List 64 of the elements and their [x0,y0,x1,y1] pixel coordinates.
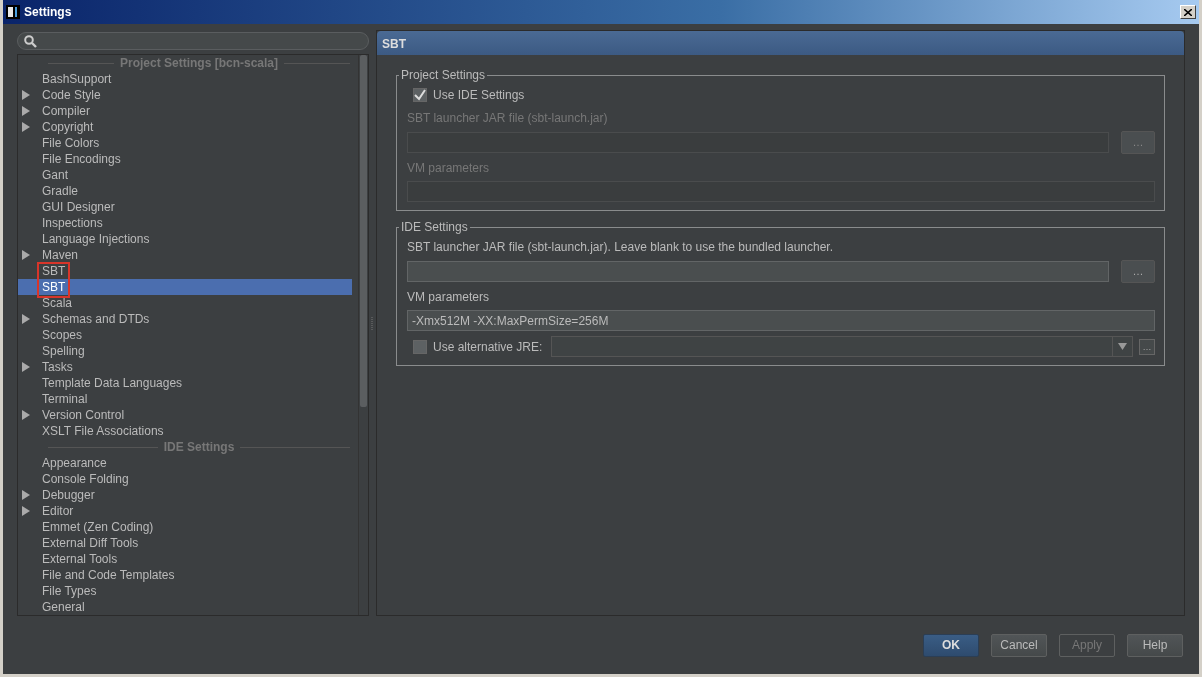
browse-button[interactable]: … [1121,260,1155,283]
tree-item[interactable]: Debugger [18,487,352,503]
tree-item[interactable]: SBT [18,279,352,295]
tree-item[interactable]: General [18,599,352,615]
tree-item[interactable]: Language Injections [18,231,352,247]
tree-item[interactable]: Tasks [18,359,352,375]
tree-item[interactable]: Maven [18,247,352,263]
tree-item[interactable]: External Tools [18,551,352,567]
tree-item[interactable]: Gant [18,167,352,183]
tree-item[interactable]: Inspections [18,215,352,231]
tree-item[interactable]: Schemas and DTDs [18,311,352,327]
tree-item[interactable]: Template Data Languages [18,375,352,391]
text-field[interactable]: -Xmx512M -XX:MaxPermSize=256M [407,310,1155,331]
section-header: Project Settings [bcn-scala] [120,55,279,72]
expand-arrow-icon[interactable] [22,410,30,420]
browse-button[interactable]: … [1139,338,1155,355]
dialog-button[interactable]: OK [923,633,979,657]
path-field[interactable] [407,261,1109,282]
tree-item[interactable]: Version Control [18,407,352,423]
section-header: IDE Settings [163,439,235,456]
tree-item[interactable]: Copyright [18,119,352,135]
app-logo-icon [6,5,20,19]
dialog-button[interactable]: Help [1127,633,1183,657]
close-icon[interactable] [1180,5,1196,19]
tree-item[interactable]: File Colors [18,135,352,151]
dialog-button[interactable]: Cancel [991,633,1047,657]
checkbox[interactable] [413,88,427,102]
tree-item[interactable]: File Encodings [18,151,352,167]
field-label: SBT launcher JAR file (sbt-launch.jar) [407,110,608,127]
field-label: SBT launcher JAR file (sbt-launch.jar). Leave blank to use the bundled launcher. [407,239,834,256]
tree-item[interactable]: Scopes [18,327,352,343]
tree-item[interactable]: Terminal [18,391,352,407]
tree-item[interactable]: Spelling [18,343,352,359]
tree-item[interactable]: File and Code Templates [18,567,352,583]
tree-item[interactable]: Editor [18,503,352,519]
tree-item[interactable]: Console Folding [18,471,352,487]
tree-item[interactable]: GUI Designer [18,199,352,215]
expand-arrow-icon[interactable] [22,250,30,260]
expand-arrow-icon[interactable] [22,362,30,372]
tree-item[interactable]: File Types [18,583,352,599]
tree-item[interactable]: Gradle [18,183,352,199]
checkbox[interactable] [413,339,427,354]
panel-title: SBT [377,31,1184,55]
checkbox-label: Use IDE Settings [433,87,525,104]
tree-item[interactable]: Emmet (Zen Coding) [18,519,352,535]
window-title: Settings [24,4,72,21]
tree-item[interactable]: Appearance [18,455,352,471]
tree-item[interactable]: XSLT File Associations [18,423,352,439]
search-field[interactable] [17,32,369,50]
tree-item[interactable]: BashSupport [18,71,352,87]
dropdown-arrow-icon [1118,343,1127,350]
tree-item[interactable]: Code Style [18,87,352,103]
tree-item[interactable]: Compiler [18,103,352,119]
tree-item[interactable]: Scala [18,295,352,311]
checkbox-label: Use alternative JRE: [433,338,543,356]
field-label: VM parameters [407,289,490,306]
scrollbar-thumb[interactable] [360,55,367,407]
tree-item[interactable]: External Diff Tools [18,535,352,551]
tree-item[interactable]: SBT [18,263,352,279]
field-label: VM parameters [407,160,490,177]
group-title: Project Settings [399,68,488,82]
group-title: IDE Settings [399,220,470,234]
expand-arrow-icon[interactable] [22,314,30,324]
search-icon [24,34,37,48]
